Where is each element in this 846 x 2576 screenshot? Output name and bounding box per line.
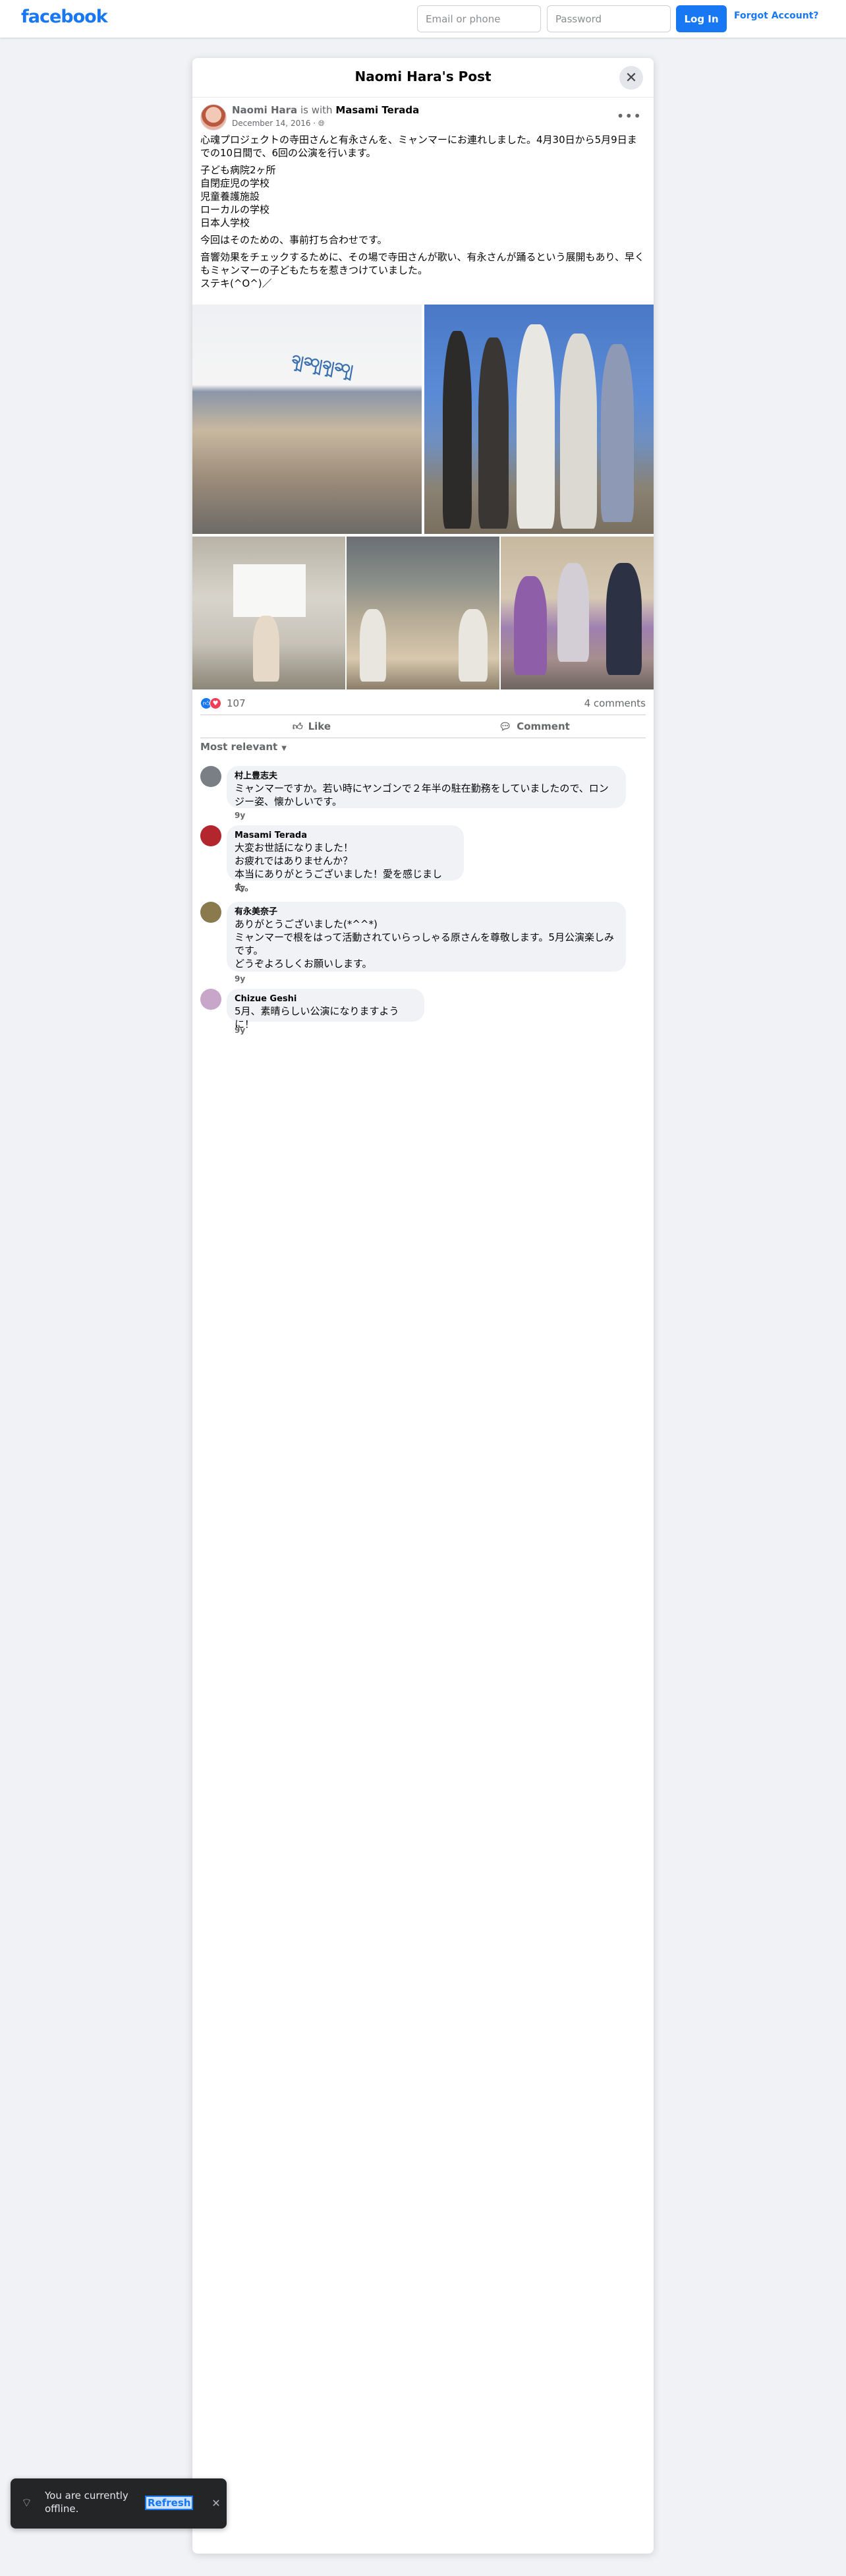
- chevron-down-icon: ▼: [281, 745, 287, 752]
- thumbs-up-icon: 👍︎: [292, 720, 303, 732]
- globe-icon: 🌐︎: [318, 119, 325, 128]
- reaction-icons[interactable]: 👍︎ ♥: [200, 697, 224, 709]
- author-avatar[interactable]: [200, 104, 227, 131]
- sort-label: Most relevant: [200, 741, 278, 753]
- comment-time[interactable]: 9y: [235, 974, 245, 983]
- person-figure: [253, 616, 279, 682]
- post-text: 心魂プロジェクトの寺田さんと有永さんを、ミャンマーにお連れしました。4月30日か…: [192, 132, 654, 290]
- comment-bubble: Masami Terada 大変お世話になりました！ お疲れではありませんか？ …: [227, 825, 464, 893]
- building-sign: ꩾꩿꩾꩿ: [290, 347, 355, 378]
- person-figure: [478, 337, 509, 529]
- author-line: Naomi Hara is with Masami Terada: [232, 104, 419, 116]
- offline-toast: ⌔ You are currently offline. Refresh ✕: [11, 2478, 227, 2529]
- forgot-account-link[interactable]: Forgot Account?: [734, 11, 819, 21]
- close-icon[interactable]: ✕: [208, 2496, 224, 2511]
- reactions-bar: 👍︎ ♥ 107 4 comments: [200, 696, 646, 711]
- post-paragraph: 子ども病院2ヶ所 自閉症児の学校 児童養護施設 ローカルの学校 日本人学校: [200, 164, 276, 229]
- person-figure: [514, 576, 547, 675]
- login-button[interactable]: Log In: [676, 5, 727, 32]
- commenter-avatar[interactable]: [200, 766, 221, 787]
- comment-time[interactable]: 9y: [235, 883, 245, 893]
- comment-item: Masami Terada 大変お世話になりました！ お疲れではありませんか？ …: [200, 825, 646, 898]
- comment-time[interactable]: 9y: [235, 1026, 245, 1035]
- commenter-name[interactable]: 村上豊志夫: [235, 771, 618, 782]
- person-figure: [557, 563, 589, 662]
- person-figure: [606, 563, 642, 675]
- comment-bubble: 村上豊志夫 ミャンマーですか。若い時にヤンゴンで２年半の駐在勤務をしていましたの…: [227, 766, 626, 808]
- comment-count[interactable]: 4 comments: [584, 697, 646, 709]
- comment-time[interactable]: 9y: [235, 811, 245, 820]
- facebook-logo[interactable]: facebook: [21, 7, 108, 27]
- photo-performance[interactable]: [192, 537, 345, 689]
- close-button[interactable]: ✕: [619, 66, 643, 90]
- with-text: is with: [300, 104, 333, 116]
- photo-building[interactable]: ꩾꩿꩾꩿ: [192, 305, 422, 534]
- comment-button[interactable]: 💬︎ Comment: [423, 715, 646, 738]
- person-figure: [560, 334, 597, 529]
- dialog-header: Naomi Hara's Post ✕: [192, 58, 654, 98]
- photo-grid: ꩾꩿꩾꩿ: [192, 305, 654, 689]
- dialog-title: Naomi Hara's Post: [354, 69, 492, 84]
- comment-bubble: 有永美奈子 ありがとうございました(*^^*) ミャンマーで根をはって活動されて…: [227, 902, 626, 972]
- commenter-avatar[interactable]: [200, 902, 221, 923]
- love-reaction-icon: ♥: [210, 697, 221, 709]
- post-paragraph: 音響効果をチェックするために、その場で寺田さんが歌い、有永さんが踊るという展開も…: [200, 251, 644, 289]
- comment-text: ありがとうございました(*^^*) ミャンマーで根をはって活動されていらっしゃる…: [235, 918, 614, 970]
- more-options-button[interactable]: •••: [617, 108, 642, 124]
- post-dialog: Naomi Hara's Post ✕ Naomi Hara is with M…: [192, 58, 654, 2554]
- post-header: Naomi Hara is with Masami Terada Decembe…: [192, 98, 654, 132]
- person-figure: [443, 331, 472, 529]
- person-figure: [459, 609, 488, 682]
- comment-sort-dropdown[interactable]: Most relevant ▼: [200, 741, 287, 753]
- wifi-off-icon: ⌔: [21, 2496, 32, 2510]
- post-paragraph: 今回はそのための、事前打ち合わせです。: [200, 234, 387, 246]
- toast-message: You are currently offline.: [45, 2490, 128, 2515]
- email-input[interactable]: [417, 5, 541, 32]
- author-name[interactable]: Naomi Hara: [232, 104, 297, 116]
- refresh-button[interactable]: Refresh: [144, 2496, 194, 2510]
- tagged-name[interactable]: Masami Terada: [335, 104, 419, 116]
- person-figure: [360, 609, 386, 682]
- person-figure: [517, 324, 555, 529]
- like-button[interactable]: 👍︎ Like: [200, 715, 423, 738]
- close-icon: ✕: [625, 69, 638, 86]
- commenter-avatar[interactable]: [200, 989, 221, 1010]
- post-date-text: December 14, 2016: [232, 119, 311, 128]
- photo-meeting-table[interactable]: [347, 537, 499, 689]
- post-paragraph: 心魂プロジェクトの寺田さんと有永さんを、ミャンマーにお連れしました。4月30日か…: [200, 134, 637, 159]
- speech-bubble-icon: 💬︎: [499, 720, 512, 732]
- comment-item: Chizue Geshi 5月、素晴らしい公演になりますように！ 9y: [200, 989, 646, 1041]
- comment-text: 5月、素晴らしい公演になりますように！: [235, 1005, 399, 1030]
- commenter-name[interactable]: Chizue Geshi: [235, 994, 416, 1005]
- commenter-avatar[interactable]: [200, 825, 221, 846]
- comment-item: 村上豊志夫 ミャンマーですか。若い時にヤンゴンで２年半の駐在勤務をしていましたの…: [200, 766, 646, 827]
- reaction-count[interactable]: 107: [227, 697, 246, 709]
- person-figure: [601, 344, 634, 522]
- photo-group-seated[interactable]: [501, 537, 654, 689]
- post-actions: 👍︎ Like 💬︎ Comment: [200, 715, 646, 738]
- post-date[interactable]: December 14, 2016 · 🌐︎: [232, 119, 325, 129]
- commenter-name[interactable]: 有永美奈子: [235, 907, 618, 918]
- comment-text: ミャンマーですか。若い時にヤンゴンで２年半の駐在勤務をしていましたので、ロンジー…: [235, 782, 609, 807]
- commenter-name[interactable]: Masami Terada: [235, 831, 456, 841]
- projector-screen: [233, 564, 306, 617]
- comment-bubble: Chizue Geshi 5月、素晴らしい公演になりますように！: [227, 989, 424, 1030]
- comment-text: 大変お世話になりました！ お疲れではありませんか？ 本当にありがとうございました…: [235, 842, 443, 893]
- like-label: Like: [308, 720, 331, 732]
- photo-group-standing[interactable]: [424, 305, 654, 534]
- top-bar: facebook Log In Forgot Account?: [0, 0, 846, 38]
- comment-label: Comment: [517, 720, 570, 732]
- ellipsis-icon: •••: [616, 108, 642, 124]
- password-input[interactable]: [547, 5, 671, 32]
- comment-item: 有永美奈子 ありがとうございました(*^^*) ミャンマーで根をはって活動されて…: [200, 902, 646, 987]
